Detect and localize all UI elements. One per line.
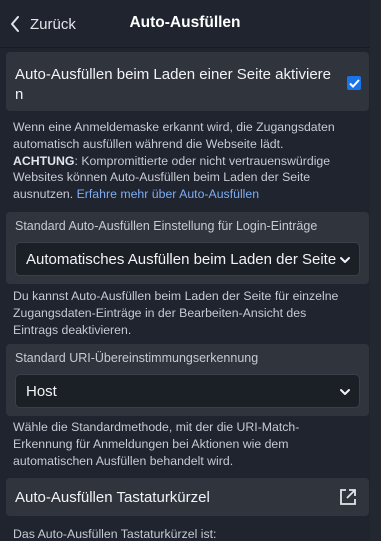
help-line: Zugangsdaten-Einträge in der Bearbeiten-… (13, 305, 307, 320)
default-autofill-select[interactable]: Automatisches Ausfüllen beim Laden der S… (15, 242, 360, 276)
autofill-on-load-label: Auto-Ausfüllen beim Laden einer Seite ak… (15, 65, 340, 105)
uri-match-selected: Host (26, 382, 57, 400)
autofill-shortcut-help: Das Auto-Ausfüllen Tastaturkürzel ist: (13, 526, 363, 541)
autofill-on-load-help: Wenn eine Anmeldemaske erkannt wird, die… (13, 119, 363, 203)
uri-match-label: Standard URI-Übereinstimmungserkennung (15, 351, 259, 365)
chevron-down-icon (339, 385, 351, 397)
help-line: Du kannst Auto-Ausfüllen beim Laden der … (13, 289, 339, 303)
learn-more-link[interactable]: Erfahre mehr über Auto-Ausfüllen (77, 187, 260, 201)
warning-label: ACHTUNG (13, 153, 75, 168)
default-autofill-help: Du kannst Auto-Ausfüllen beim Laden der … (13, 288, 363, 338)
help-line: ausnutzen. Erfahre mehr über Auto-Ausfül… (13, 186, 363, 203)
uri-match-select[interactable]: Host (15, 374, 360, 408)
header-bar: Zurück Auto-Ausfüllen (0, 0, 370, 48)
default-autofill-label: Standard Auto-Ausfüllen Einstellung für … (15, 219, 318, 233)
autofill-on-load-label-line1: Auto-Ausfüllen beim Laden einer Seite ak… (15, 66, 332, 83)
checkmark-icon (348, 78, 360, 88)
default-autofill-card: Standard Auto-Ausfüllen Einstellung für … (6, 212, 369, 284)
help-line: automatisch ausfüllen während die Websei… (13, 136, 284, 151)
autofill-on-load-card[interactable]: Auto-Ausfüllen beim Laden einer Seite ak… (6, 52, 369, 111)
warning-line: ACHTUNG: Kompromittierte oder nicht vert… (13, 153, 363, 170)
help-line: automatischen Ausfüllen behandelt wird. (13, 453, 234, 468)
help-line: Erkennung für Anmeldungen bei Aktionen w… (13, 436, 289, 451)
background-window-edge (370, 0, 381, 541)
uri-match-card: Standard URI-Übereinstimmungserkennung H… (6, 344, 369, 416)
settings-content: Auto-Ausfüllen beim Laden einer Seite ak… (0, 48, 370, 541)
default-autofill-selected: Automatisches Ausfüllen beim Laden der S… (26, 250, 337, 268)
help-line: Websites können Auto-Ausfüllen beim Lade… (13, 170, 311, 185)
chevron-down-icon (339, 253, 351, 265)
autofill-shortcut-card[interactable]: Auto-Ausfüllen Tastaturkürzel (6, 478, 369, 516)
help-text: ausnutzen. (13, 187, 77, 202)
warning-text: : Kompromittierte oder nicht vertrauensw… (74, 153, 331, 168)
autofill-on-load-label-line2: n (15, 86, 24, 103)
help-line: Das Auto-Ausfüllen Tastaturkürzel ist: (13, 527, 217, 541)
page-title: Auto-Ausfüllen (129, 14, 241, 31)
external-link-icon[interactable] (338, 487, 358, 507)
help-line: Wähle die Standardmethode, mit der die U… (13, 420, 300, 434)
help-line: Eintrags deaktivieren. (13, 322, 132, 337)
help-line: Wenn eine Anmeldemaske erkannt wird, die… (13, 120, 335, 134)
autofill-on-load-checkbox[interactable] (347, 76, 361, 90)
uri-match-help: Wähle die Standardmethode, mit der die U… (13, 419, 363, 469)
autofill-shortcut-label: Auto-Ausfüllen Tastaturkürzel (15, 489, 210, 506)
